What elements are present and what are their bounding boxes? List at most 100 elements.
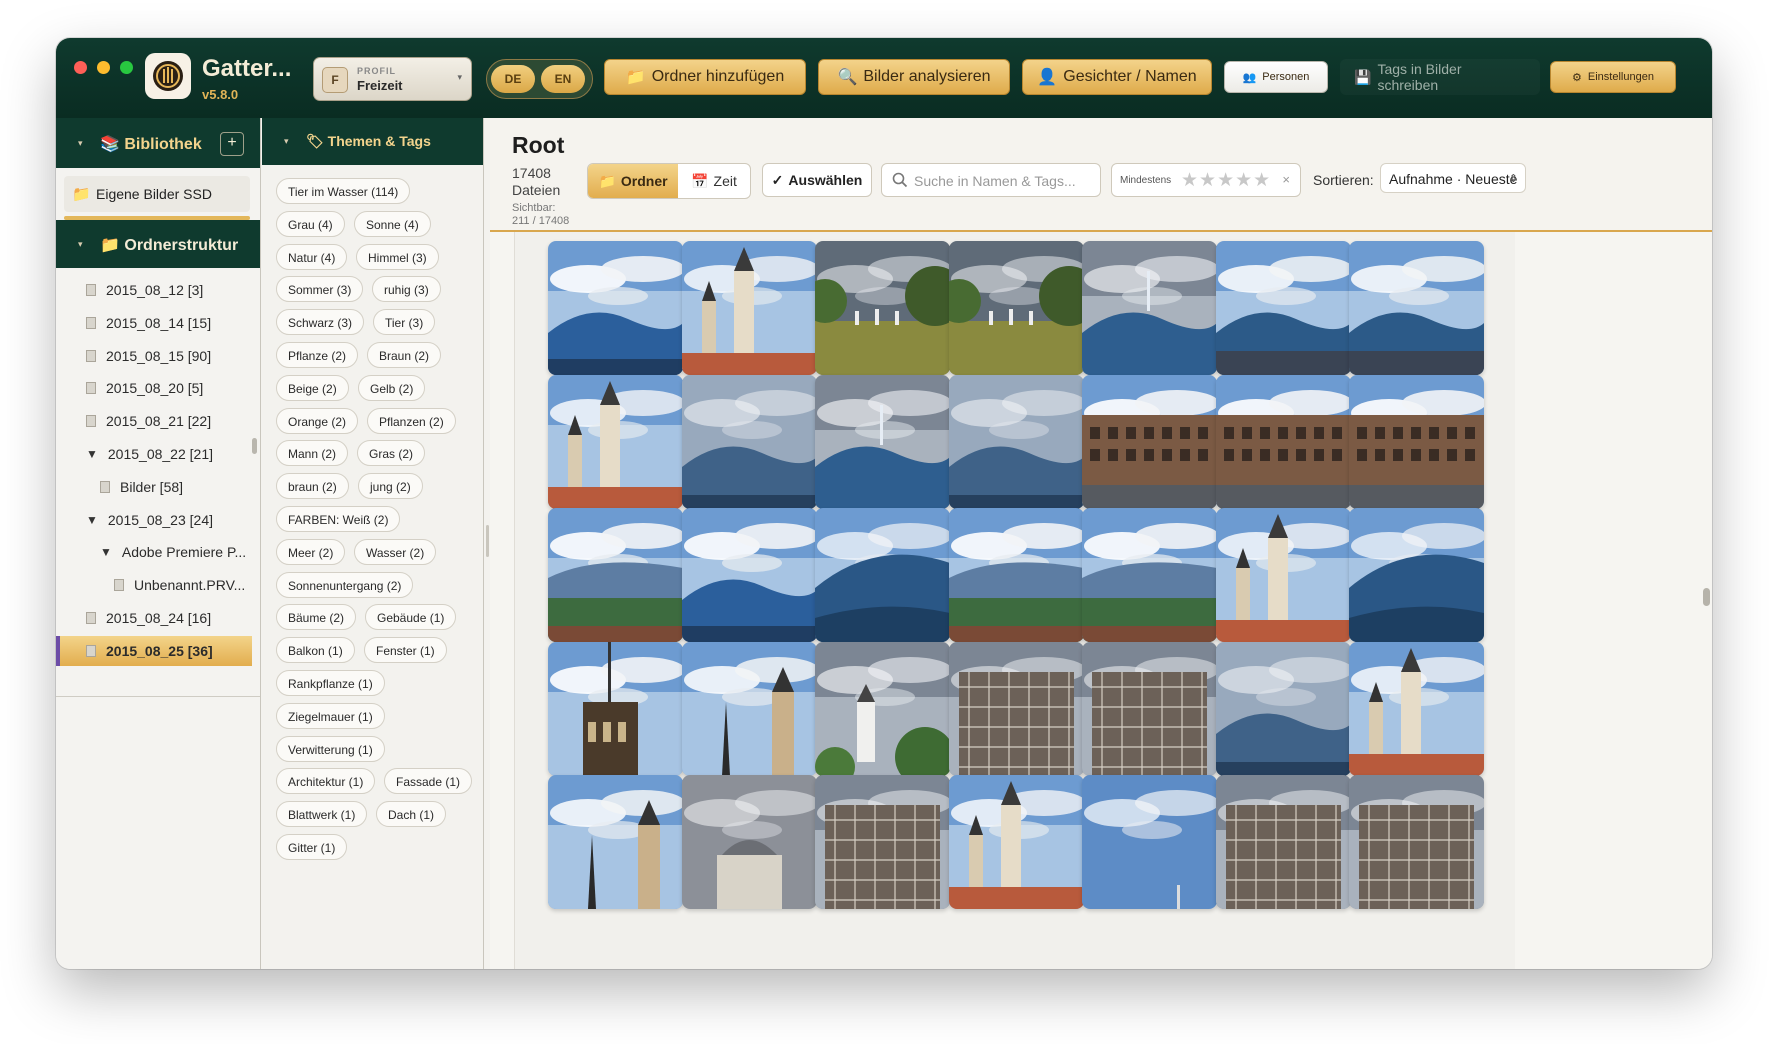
settings-button[interactable]: ⚙ Einstellungen bbox=[1550, 61, 1676, 93]
photo-thumbnail[interactable] bbox=[1215, 775, 1351, 909]
tags-header[interactable]: ▾ 🏷 Themen & Tags bbox=[262, 118, 483, 165]
library-source-item[interactable]: 📁 Eigene Bilder SSD bbox=[64, 176, 250, 220]
tag-chip[interactable]: Sonne (4) bbox=[354, 210, 431, 237]
tag-chip[interactable]: Pflanze (2) bbox=[276, 342, 359, 368]
tag-chip[interactable]: Sommer (3) bbox=[276, 276, 364, 303]
view-folder-button[interactable]: 📁 Ordner bbox=[588, 164, 678, 198]
photo-thumbnail[interactable] bbox=[1082, 508, 1217, 642]
tag-chip[interactable]: Blattwerk (1) bbox=[276, 801, 368, 828]
clear-rating-button[interactable]: × bbox=[1282, 172, 1290, 187]
photo-thumbnail[interactable] bbox=[948, 641, 1084, 776]
star-rating[interactable]: ★★★★★ bbox=[1181, 169, 1271, 192]
tag-chip[interactable]: Schwarz (3) bbox=[276, 309, 365, 336]
tag-chip[interactable]: Mann (2) bbox=[276, 440, 349, 467]
tag-chip[interactable]: FARBEN: Weiß (2) bbox=[276, 506, 401, 532]
folder-structure-header[interactable]: ▾ 📁 Ordnerstruktur bbox=[56, 220, 260, 268]
photo-thumbnail[interactable] bbox=[681, 775, 817, 909]
photo-thumbnail[interactable] bbox=[681, 241, 817, 375]
photo-thumbnail[interactable] bbox=[1082, 374, 1217, 509]
tag-chip[interactable]: braun (2) bbox=[276, 473, 349, 500]
photo-thumbnail[interactable] bbox=[815, 508, 950, 642]
view-time-button[interactable]: 📅 Zeit bbox=[678, 164, 750, 198]
tag-chip[interactable]: Tier im Wasser (114) bbox=[276, 178, 411, 204]
folder-tree-item[interactable]: 2015_08_15 [90] bbox=[86, 341, 276, 371]
folder-tree-item[interactable]: 2015_08_24 [16] bbox=[86, 603, 276, 633]
photo-thumbnail[interactable] bbox=[1215, 508, 1351, 642]
tag-chip[interactable]: Grau (4) bbox=[276, 210, 345, 237]
tag-chip[interactable]: Gras (2) bbox=[357, 440, 426, 467]
photo-thumbnail[interactable] bbox=[1349, 241, 1484, 375]
tag-chip[interactable]: jung (2) bbox=[358, 473, 423, 500]
tag-chip[interactable]: Gebäude (1) bbox=[365, 604, 457, 631]
tag-chip[interactable]: Ziegelmauer (1) bbox=[276, 702, 385, 729]
photo-thumbnail[interactable] bbox=[681, 641, 817, 776]
photo-thumbnail[interactable] bbox=[681, 508, 817, 642]
folder-tree-item[interactable]: ▼ Adobe Premiere P... bbox=[100, 537, 276, 567]
folder-tree-item[interactable]: Bilder [58] bbox=[100, 472, 276, 502]
add-library-button[interactable]: + bbox=[220, 132, 244, 156]
folder-tree-item[interactable]: 2015_08_12 [3] bbox=[86, 275, 276, 305]
folder-tree-item[interactable]: 2015_08_14 [15] bbox=[86, 308, 276, 338]
photo-thumbnail[interactable] bbox=[1349, 775, 1484, 909]
photo-thumbnail[interactable] bbox=[948, 241, 1084, 375]
lang-en-button[interactable]: EN bbox=[541, 65, 585, 93]
photo-thumbnail[interactable] bbox=[1215, 374, 1351, 509]
profile-selector[interactable]: F PROFIL Freizeit ▾ bbox=[313, 57, 472, 101]
tag-chip[interactable]: Fenster (1) bbox=[364, 637, 447, 664]
tag-chip[interactable]: Architektur (1) bbox=[276, 768, 376, 795]
tag-chip[interactable]: Balkon (1) bbox=[276, 637, 355, 664]
tag-chip[interactable]: Sonnenuntergang (2) bbox=[276, 571, 414, 598]
tag-chip[interactable]: Beige (2) bbox=[276, 374, 349, 401]
photo-thumbnail[interactable] bbox=[548, 775, 683, 909]
folder-tree-item[interactable]: Unbenannt.PRV... bbox=[114, 570, 276, 600]
photo-thumbnail[interactable] bbox=[1349, 508, 1484, 642]
tag-chip[interactable]: Dach (1) bbox=[376, 801, 447, 828]
photo-thumbnail[interactable] bbox=[1349, 374, 1484, 509]
photo-thumbnail[interactable] bbox=[548, 241, 683, 375]
tag-chip[interactable]: Tier (3) bbox=[373, 309, 436, 336]
photo-thumbnail[interactable] bbox=[815, 374, 950, 509]
photo-thumbnail[interactable] bbox=[548, 374, 683, 509]
add-folder-button[interactable]: 📁 Ordner hinzufügen bbox=[604, 59, 806, 95]
photo-thumbnail[interactable] bbox=[1082, 641, 1217, 776]
search-field[interactable] bbox=[881, 163, 1101, 197]
tag-chip[interactable]: Gitter (1) bbox=[276, 834, 348, 860]
sort-select[interactable]: Aufnahme · Neueste ⇕ bbox=[1380, 163, 1526, 193]
lang-de-button[interactable]: DE bbox=[491, 65, 535, 93]
close-window-button[interactable] bbox=[74, 61, 87, 74]
library-header[interactable]: ▾ 📚 Bibliothek + bbox=[56, 118, 260, 168]
photo-thumbnail[interactable] bbox=[815, 775, 950, 909]
write-tags-button[interactable]: 💾 Tags in Bilder schreiben bbox=[1340, 59, 1540, 95]
photo-thumbnail[interactable] bbox=[948, 374, 1084, 509]
persons-button[interactable]: 👥 Personen bbox=[1224, 61, 1328, 93]
photo-thumbnail[interactable] bbox=[815, 241, 950, 375]
photo-thumbnail[interactable] bbox=[1215, 641, 1351, 776]
photo-thumbnail[interactable] bbox=[548, 508, 683, 642]
photo-thumbnail[interactable] bbox=[1082, 775, 1217, 909]
faces-names-button[interactable]: 👤 Gesichter / Namen bbox=[1022, 59, 1212, 95]
tag-chip[interactable]: Natur (4) bbox=[276, 243, 348, 270]
tag-chip[interactable]: Verwitterung (1) bbox=[276, 735, 385, 762]
photo-thumbnail[interactable] bbox=[1349, 641, 1484, 776]
folder-tree-item[interactable]: 2015_08_25 [36] bbox=[56, 635, 252, 666]
photo-thumbnail[interactable] bbox=[1082, 241, 1217, 375]
select-button[interactable]: ✓ Auswählen bbox=[762, 163, 872, 197]
tag-chip[interactable]: Braun (2) bbox=[367, 342, 442, 368]
tag-chip[interactable]: Gelb (2) bbox=[358, 374, 426, 401]
tag-chip[interactable]: Meer (2) bbox=[276, 538, 346, 565]
folder-tree-item[interactable]: ▼ 2015_08_23 [24] bbox=[86, 505, 276, 535]
photo-thumbnail[interactable] bbox=[548, 641, 683, 776]
tag-chip[interactable]: Orange (2) bbox=[276, 407, 359, 434]
tag-chip[interactable]: ruhig (3) bbox=[372, 276, 441, 303]
main-scrollbar[interactable] bbox=[1703, 588, 1710, 606]
tag-chip[interactable]: Pflanzen (2) bbox=[367, 407, 456, 434]
folder-tree-item[interactable]: 2015_08_21 [22] bbox=[86, 406, 276, 436]
photo-thumbnail[interactable] bbox=[681, 374, 817, 509]
tag-chip[interactable]: Rankpflanze (1) bbox=[276, 670, 385, 696]
library-scrollbar[interactable] bbox=[252, 438, 257, 454]
tag-chip[interactable]: Himmel (3) bbox=[356, 243, 439, 270]
folder-tree-item[interactable]: 2015_08_20 [5] bbox=[86, 373, 276, 403]
search-input[interactable] bbox=[912, 170, 1096, 192]
tag-chip[interactable]: Fassade (1) bbox=[384, 768, 473, 795]
analyze-images-button[interactable]: 🔍 Bilder analysieren bbox=[818, 59, 1010, 95]
